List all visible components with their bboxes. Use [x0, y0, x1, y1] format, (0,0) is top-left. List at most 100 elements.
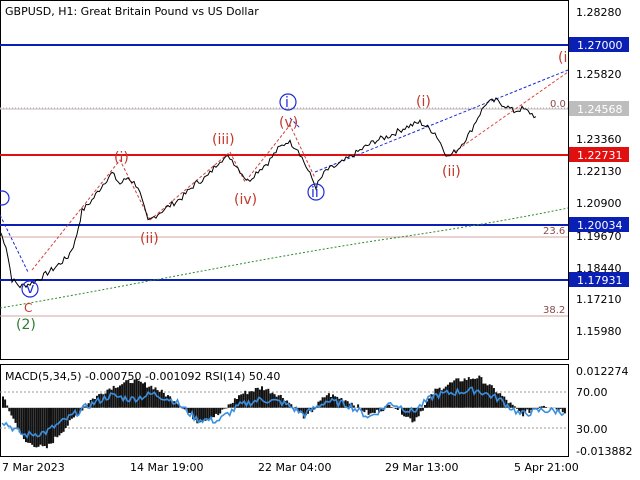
macd-bar — [352, 405, 355, 408]
macd-bar — [340, 398, 343, 408]
macd-bar — [8, 407, 11, 412]
macd-bar — [371, 407, 374, 413]
level-box-1-24568: 1.24568 — [569, 101, 629, 116]
macd-bar — [68, 407, 71, 421]
macd-bar — [219, 407, 222, 414]
macd-bar — [39, 407, 42, 445]
macd-bar — [14, 407, 17, 423]
macd-bar — [12, 407, 15, 419]
wave-label-ii-1: (ii) — [140, 231, 159, 247]
level-label: 1.24568 — [577, 103, 623, 116]
macd-bar — [114, 387, 117, 408]
macd-bar — [526, 407, 529, 410]
macd-bar — [127, 380, 130, 408]
macd-bar — [206, 407, 209, 420]
macd-bar — [41, 407, 44, 447]
macd-bar — [265, 389, 268, 408]
time-tick: 7 Mar 2023 — [2, 461, 65, 474]
macd-bar — [467, 377, 470, 408]
macd-bar — [4, 399, 7, 408]
chart-canvas: GBPUSD, H1: Great Britain Pound vs US Do… — [0, 0, 632, 474]
macd-bar — [484, 383, 487, 408]
macd-bar — [459, 381, 462, 408]
macd-bar — [20, 407, 23, 435]
price-tick: 1.15980 — [576, 325, 622, 338]
macd-bar — [469, 379, 472, 408]
macd-bar — [482, 383, 485, 408]
wave-circle-ii: ii — [307, 183, 325, 201]
macd-bar — [6, 405, 9, 408]
time-tick: 5 Apr 21:00 — [514, 461, 579, 474]
macd-bar — [367, 407, 370, 415]
macd-bar — [156, 390, 159, 408]
macd-bar — [142, 383, 144, 408]
macd-bar — [229, 403, 232, 408]
wave-label-circle-i: i — [285, 95, 289, 111]
macd-bar — [563, 407, 566, 414]
macd-bar — [43, 407, 46, 446]
macd-bar — [54, 407, 57, 437]
macd-bar — [509, 402, 512, 408]
price-tick: 1.23360 — [576, 133, 622, 146]
level-box-1-17931: 1.17931 — [569, 272, 629, 287]
macd-bar — [373, 407, 376, 413]
macd-bar — [446, 384, 449, 408]
macd-bar — [273, 394, 276, 408]
level-label: 1.20034 — [577, 219, 623, 232]
macd-bar — [428, 398, 431, 408]
macd-bar — [131, 383, 134, 408]
macd-bar — [388, 404, 391, 408]
level-box-1-27000: 1.27000 — [569, 37, 629, 52]
macd-bar — [215, 407, 218, 414]
macd-bar — [158, 391, 161, 408]
macd-bar — [150, 385, 153, 408]
macd-bar — [363, 407, 366, 413]
macd-bar — [164, 396, 167, 408]
macd-bar — [129, 383, 132, 408]
macd-bar — [499, 393, 502, 408]
wave-circle-partial — [0, 190, 10, 206]
indicator-tick: 30.00 — [576, 423, 608, 436]
macd-bar — [148, 386, 151, 408]
macd-bar — [375, 407, 378, 410]
macd-bar — [522, 407, 525, 417]
macd-bar — [133, 379, 136, 408]
macd-bar — [421, 407, 424, 411]
price-tick: 1.22130 — [576, 165, 622, 178]
macd-bar — [221, 407, 224, 410]
macd-bar — [135, 379, 138, 408]
wave-label-circle-ii: ii — [311, 185, 319, 201]
macd-bar — [139, 381, 142, 408]
indicator-tick: -0.013882 — [576, 445, 632, 458]
macd-bar — [10, 407, 13, 416]
wave-label-2: (2) — [16, 317, 36, 333]
macd-bar — [252, 391, 255, 408]
price-tick: 1.25820 — [576, 68, 622, 81]
time-tick: 29 Mar 13:00 — [385, 461, 458, 474]
wave-label-ii-2: (ii) — [442, 164, 461, 180]
macd-bar — [144, 382, 146, 408]
indicator-tick: 0.012274 — [576, 365, 629, 378]
macd-bar — [511, 404, 514, 408]
macd-bar — [545, 407, 548, 408]
macd-bar — [528, 407, 531, 413]
macd-bar — [321, 397, 324, 408]
macd-bar — [561, 407, 564, 413]
macd-bar — [37, 407, 40, 447]
macd-bar — [31, 407, 34, 445]
macd-bar — [154, 387, 157, 408]
macd-bar — [137, 380, 140, 408]
wave-label-iv: (iv) — [234, 192, 257, 208]
macd-bar — [449, 382, 451, 408]
macd-bar — [167, 395, 169, 408]
macd-bar — [390, 407, 393, 408]
macd-bar — [213, 407, 215, 418]
level-box-1-20034: 1.20034 — [569, 217, 629, 232]
wave-label-v: (v) — [279, 115, 298, 131]
chart-title: GBPUSD, H1: Great Britain Pound vs US Do… — [5, 5, 259, 18]
macd-bar — [217, 407, 220, 416]
moving-average-line — [0, 207, 569, 309]
macd-bar — [110, 389, 113, 408]
macd-bar — [465, 380, 468, 408]
macd-bar — [146, 387, 149, 408]
